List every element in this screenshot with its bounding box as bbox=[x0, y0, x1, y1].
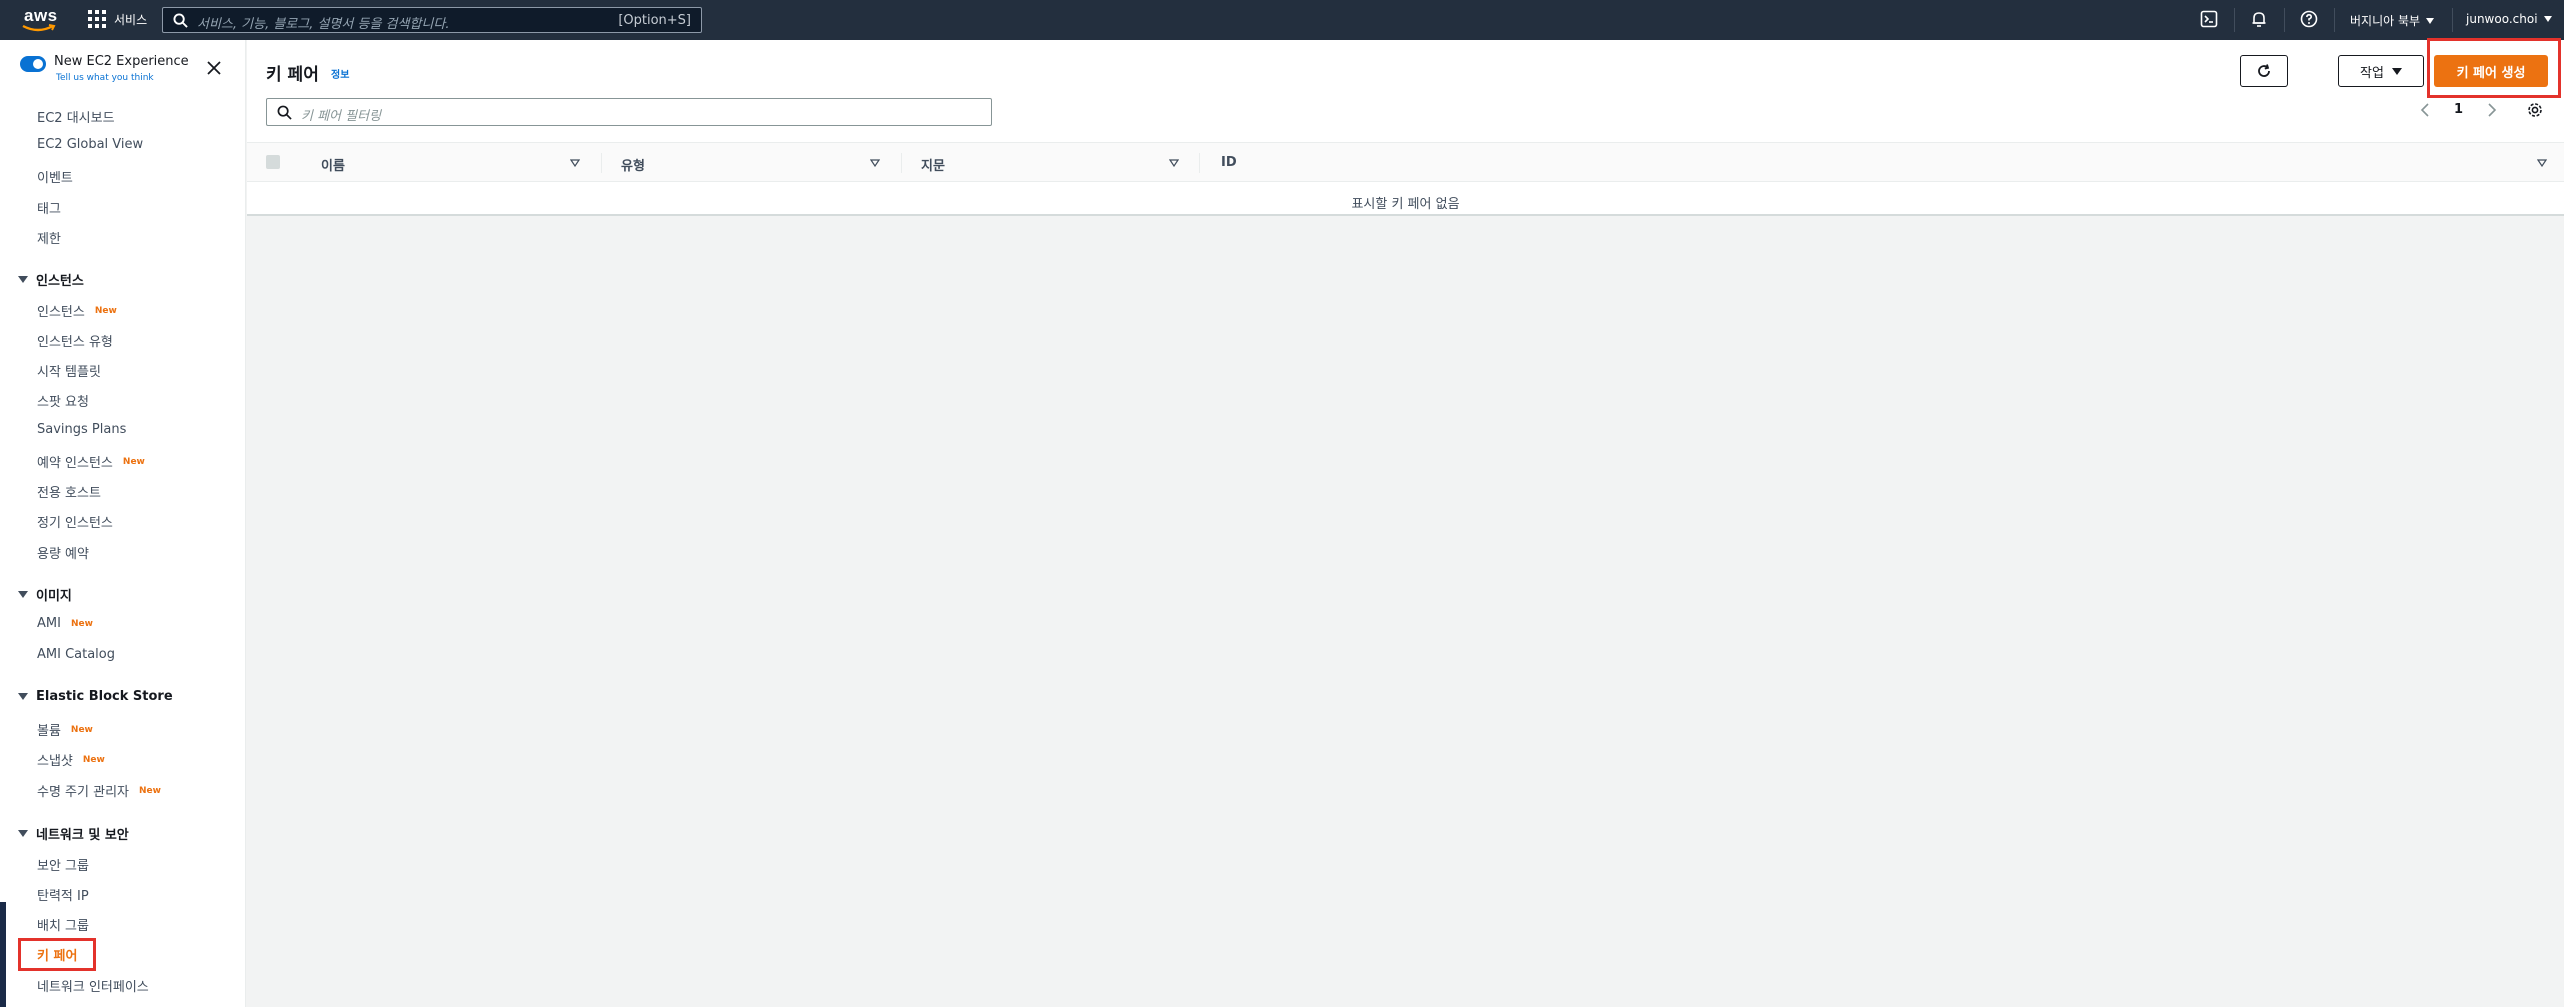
sidebar-item-lifecycle-manager[interactable]: 수명 주기 관리자 New bbox=[37, 781, 161, 800]
create-key-pair-button[interactable]: 키 페어 생성 bbox=[2434, 55, 2548, 87]
sidebar-item-network-interfaces[interactable]: 네트워크 인터페이스 bbox=[37, 976, 149, 995]
sidebar-section-instances[interactable]: 인스턴스 bbox=[18, 270, 84, 289]
search-shortcut-hint: [Option+S] bbox=[618, 13, 691, 28]
new-badge: New bbox=[82, 754, 105, 765]
sidebar-item-elastic-ips[interactable]: 탄력적 IP bbox=[37, 885, 89, 904]
services-menu[interactable]: 서비스 bbox=[88, 10, 147, 28]
page-title: 키 페어 bbox=[266, 65, 319, 85]
sidebar-item-tags[interactable]: 태그 bbox=[37, 198, 61, 217]
sidebar-item-scheduled-instances[interactable]: 정기 인스턴스 bbox=[37, 512, 113, 531]
key-pairs-panel: 키 페어 정보 작업 키 페어 생성 키 페어 필터링 1 이름 유형 지문 I… bbox=[247, 38, 2564, 216]
grid-menu-icon bbox=[88, 10, 106, 28]
search-icon bbox=[173, 13, 188, 28]
user-label: junwoo.choi bbox=[2466, 12, 2538, 26]
caret-down-icon bbox=[18, 830, 28, 837]
close-icon[interactable] bbox=[206, 60, 222, 76]
new-badge: New bbox=[139, 785, 161, 796]
new-badge: New bbox=[94, 305, 117, 316]
sort-icon[interactable] bbox=[1169, 159, 1179, 167]
sidebar-item-ec2-global-view[interactable]: EC2 Global View bbox=[37, 137, 143, 152]
sidebar-item-events[interactable]: 이벤트 bbox=[37, 167, 73, 186]
search-placeholder: 서비스, 기능, 블로그, 설명서 등을 검색합니다. bbox=[197, 17, 450, 32]
actions-label: 작업 bbox=[2360, 65, 2384, 81]
refresh-button[interactable] bbox=[2240, 55, 2288, 87]
sidebar-item-key-pairs[interactable]: 키 페어 bbox=[37, 945, 77, 964]
new-badge: New bbox=[122, 456, 145, 467]
new-badge: New bbox=[70, 724, 93, 735]
main-content: 키 페어 정보 작업 키 페어 생성 키 페어 필터링 1 이름 유형 지문 I… bbox=[247, 38, 2564, 1007]
sidebar-item-placement-groups[interactable]: 배치 그룹 bbox=[37, 915, 89, 934]
column-header-name[interactable]: 이름 bbox=[321, 155, 345, 174]
region-label: 버지니아 북부 bbox=[2350, 14, 2421, 28]
actions-dropdown[interactable]: 작업 bbox=[2338, 55, 2424, 87]
gear-icon[interactable] bbox=[2527, 102, 2543, 118]
sidebar-section-ebs[interactable]: Elastic Block Store bbox=[18, 689, 173, 704]
sidebar-item-ec2-dashboard[interactable]: EC2 대시보드 bbox=[37, 107, 115, 126]
sidebar-item-spot-requests[interactable]: 스팟 요청 bbox=[37, 391, 89, 410]
sidebar-item-instances[interactable]: 인스턴스 New bbox=[37, 301, 117, 320]
info-link[interactable]: 정보 bbox=[331, 66, 349, 81]
sidebar-edge-strip bbox=[0, 902, 6, 1007]
help-icon[interactable] bbox=[2300, 10, 2318, 28]
page-number[interactable]: 1 bbox=[2454, 102, 2463, 117]
chevron-down-icon bbox=[2543, 16, 2552, 22]
sidebar-item-instance-types[interactable]: 인스턴스 유형 bbox=[37, 331, 113, 350]
experience-title: New EC2 Experience bbox=[54, 54, 189, 69]
select-all-checkbox[interactable] bbox=[266, 155, 280, 169]
aws-logo[interactable]: aws bbox=[22, 6, 58, 34]
column-header-fingerprint[interactable]: 지문 bbox=[921, 155, 945, 174]
top-navigation: aws 서비스 서비스, 기능, 블로그, 설명서 등을 검색합니다. [Opt… bbox=[0, 0, 2564, 40]
sidebar-item-reserved-instances[interactable]: 예약 인스턴스 New bbox=[37, 452, 145, 471]
chevron-left-icon[interactable] bbox=[2420, 102, 2430, 117]
sidebar-section-images[interactable]: 이미지 bbox=[18, 585, 72, 604]
empty-table-message: 표시할 키 페어 없음 bbox=[1351, 197, 1460, 212]
new-badge: New bbox=[70, 618, 93, 629]
sidebar-item-volumes[interactable]: 볼륨 New bbox=[37, 720, 93, 739]
notification-bell-icon[interactable] bbox=[2250, 10, 2268, 28]
pagination: 1 bbox=[2420, 102, 2497, 117]
sidebar-item-ami[interactable]: AMI New bbox=[37, 616, 93, 631]
chevron-down-icon bbox=[2426, 17, 2435, 24]
sidebar-item-capacity-reservations[interactable]: 용량 예약 bbox=[37, 543, 89, 562]
cloudshell-icon[interactable] bbox=[2200, 10, 2218, 28]
caret-down-icon bbox=[18, 276, 28, 283]
sidebar-item-security-groups[interactable]: 보안 그룹 bbox=[37, 855, 89, 874]
sort-icon[interactable] bbox=[870, 159, 880, 167]
caret-down-icon bbox=[18, 591, 28, 598]
column-header-type[interactable]: 유형 bbox=[621, 155, 645, 174]
sort-icon[interactable] bbox=[2537, 159, 2547, 167]
services-label: 서비스 bbox=[114, 12, 148, 27]
caret-down-icon bbox=[18, 693, 28, 700]
sort-icon[interactable] bbox=[570, 159, 580, 167]
global-search-input[interactable]: 서비스, 기능, 블로그, 설명서 등을 검색합니다. [Option+S] bbox=[162, 7, 702, 33]
key-pair-filter-input[interactable]: 키 페어 필터링 bbox=[266, 98, 992, 126]
new-experience-toggle[interactable] bbox=[20, 56, 46, 72]
table-header: 이름 유형 지문 ID bbox=[247, 142, 2564, 182]
chevron-down-icon bbox=[2391, 67, 2402, 75]
sidebar: New EC2 Experience Tell us what you thin… bbox=[0, 40, 246, 1007]
column-header-id[interactable]: ID bbox=[1221, 155, 1237, 170]
sidebar-item-ami-catalog[interactable]: AMI Catalog bbox=[37, 647, 115, 662]
refresh-icon bbox=[2258, 64, 2270, 77]
sidebar-item-snapshots[interactable]: 스냅샷 New bbox=[37, 750, 105, 769]
user-account-menu[interactable]: junwoo.choi bbox=[2466, 12, 2552, 26]
sidebar-item-launch-templates[interactable]: 시작 템플릿 bbox=[37, 361, 101, 380]
sidebar-item-dedicated-hosts[interactable]: 전용 호스트 bbox=[37, 482, 101, 501]
filter-placeholder: 키 페어 필터링 bbox=[301, 109, 382, 124]
feedback-link[interactable]: Tell us what you think bbox=[56, 73, 154, 83]
search-icon bbox=[277, 105, 292, 120]
sidebar-section-network-security[interactable]: 네트워크 및 보안 bbox=[18, 824, 129, 843]
region-selector[interactable]: 버지니아 북부 bbox=[2350, 12, 2435, 29]
chevron-right-icon[interactable] bbox=[2487, 102, 2497, 117]
sidebar-item-limits[interactable]: 제한 bbox=[37, 228, 61, 247]
sidebar-item-savings-plans[interactable]: Savings Plans bbox=[37, 422, 126, 437]
